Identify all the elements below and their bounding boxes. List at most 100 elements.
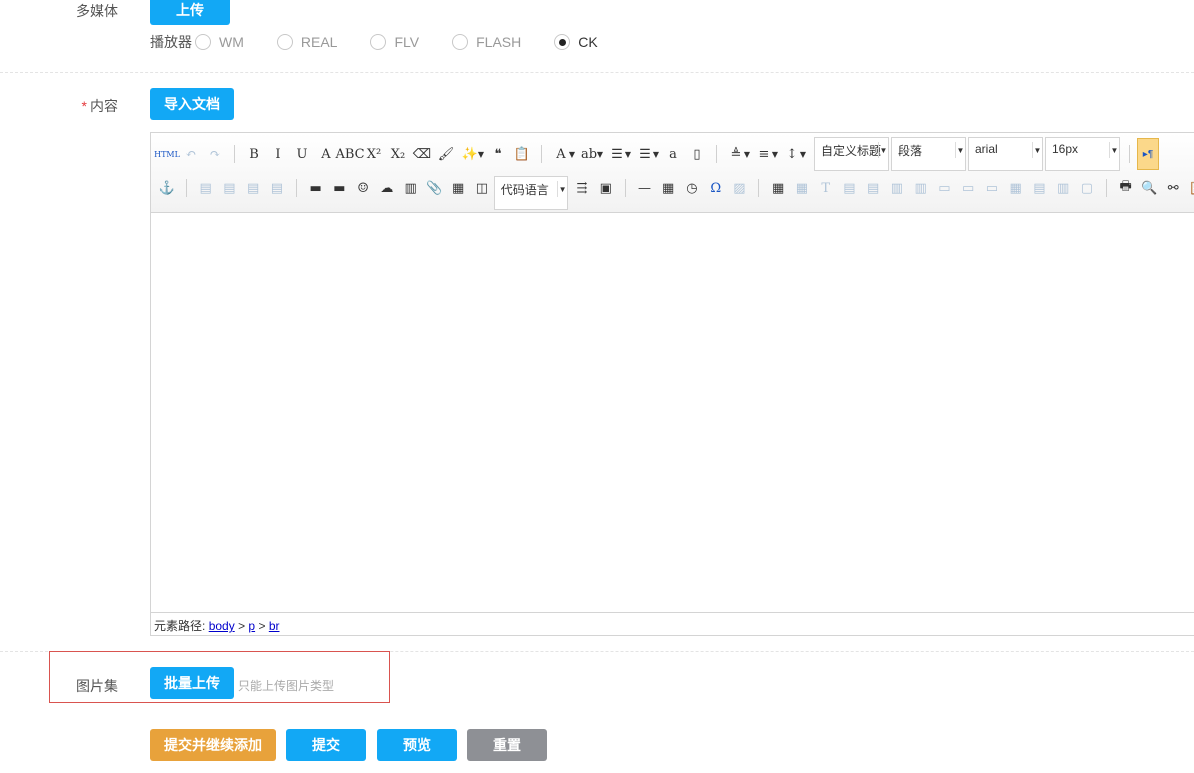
dropdown-arrow-icon[interactable]: ▼ [595, 144, 605, 164]
radio-label: FLV [394, 34, 420, 50]
player-radio-ck[interactable]: CK [551, 34, 598, 50]
table-caption-icon[interactable]: T [814, 178, 838, 198]
dropdown-arrow-icon[interactable]: ▼ [798, 144, 808, 164]
path-sep: > [258, 619, 266, 633]
attachment-icon[interactable]: 📎 [422, 178, 446, 198]
align-center-icon[interactable]: ▤ [241, 178, 265, 198]
delete-row-icon[interactable]: ▤ [861, 178, 885, 198]
video-icon[interactable]: ▥ [399, 178, 423, 198]
split-cells-icon[interactable]: ▦ [1004, 178, 1028, 198]
emotion-icon[interactable]: ☺ [351, 178, 375, 198]
superscript-icon[interactable]: X² [362, 144, 386, 164]
bold-icon[interactable]: B [242, 144, 266, 164]
content-label-text: 内容 [90, 98, 118, 114]
eraser-icon[interactable]: ⌫ [410, 144, 434, 164]
pagebreak-icon[interactable]: ⇶ [570, 178, 594, 198]
text-direction-ltr-icon[interactable]: ▸¶ [1137, 138, 1159, 170]
dropdown-arrow-icon[interactable]: ▼ [651, 144, 661, 164]
dropdown-arrow-icon[interactable]: ▼ [567, 144, 577, 164]
paste-icon[interactable]: 📋 [1185, 178, 1194, 198]
html-icon[interactable]: HTML [154, 144, 180, 164]
player-radio-wm[interactable]: WM [192, 34, 244, 50]
align-right-icon[interactable]: ▤ [217, 178, 241, 198]
dropdown-arrow-icon[interactable]: ▼ [623, 144, 633, 164]
iframe-icon[interactable]: ◫ [470, 178, 494, 198]
merge-right-icon[interactable]: ▭ [956, 178, 980, 198]
paragraph-select[interactable]: 段落 ▼ [891, 137, 966, 171]
horizontal-rule-icon[interactable]: — [633, 178, 657, 198]
path-sep: > [238, 619, 246, 633]
radio-circle[interactable] [276, 34, 293, 50]
radio-label: FLASH [476, 34, 522, 50]
path-body-link[interactable]: body [209, 619, 235, 633]
date-icon[interactable]: ▦ [656, 178, 680, 198]
radio-circle[interactable] [370, 34, 387, 50]
merge-cells-icon[interactable]: ▭ [933, 178, 957, 198]
dropdown-arrow-icon[interactable]: ▼ [742, 144, 752, 164]
player-radio-flv[interactable]: FLV [367, 34, 419, 50]
player-radio-flash[interactable]: FLASH [449, 34, 521, 50]
toolbar-separator [185, 179, 187, 197]
player-radio-group: 播放器 WM REAL FLV FLASH CK [150, 32, 628, 52]
undo-icon[interactable]: ↶ [179, 144, 203, 164]
dropdown-arrow-icon[interactable]: ▼ [476, 144, 486, 164]
path-p-link[interactable]: p [248, 619, 255, 633]
align-left-icon[interactable]: ▤ [194, 178, 218, 198]
merge-down-icon[interactable]: ▭ [980, 178, 1004, 198]
preview-icon[interactable]: 🔍 [1138, 178, 1162, 198]
select-value: 16px [1052, 142, 1079, 156]
multimedia-upload-button[interactable]: 上传 [150, 0, 230, 25]
radio-circle[interactable] [195, 34, 211, 50]
anchor-icon[interactable]: ⚓ [155, 178, 179, 198]
italic-icon[interactable]: I [266, 144, 290, 164]
radio-circle[interactable] [554, 34, 571, 50]
split-rows-icon[interactable]: ▤ [1028, 178, 1052, 198]
word-image-icon[interactable]: ▨ [728, 178, 752, 198]
map-icon[interactable]: ▦ [446, 178, 470, 198]
font-size-select[interactable]: 16px ▼ [1045, 137, 1120, 171]
format-brush-icon[interactable]: 🖌 [434, 144, 458, 164]
clear-doc-icon[interactable]: ▯ [685, 144, 709, 164]
paste-text-icon[interactable]: 📋 [510, 144, 534, 164]
toolbar-separator [716, 145, 717, 163]
editor-body[interactable] [151, 213, 1194, 613]
insert-row-icon[interactable]: ▤ [838, 178, 862, 198]
subscript-icon[interactable]: X₂ [386, 144, 410, 164]
special-char-icon[interactable]: Ω [704, 178, 728, 198]
delete-table-icon[interactable]: ▦ [790, 178, 814, 198]
preview-button[interactable]: 预览 [377, 729, 457, 761]
multimedia-label: 多媒体 [76, 3, 118, 19]
path-br-link[interactable]: br [269, 619, 280, 633]
content-label: * 内容 [0, 96, 118, 116]
time-icon[interactable]: ◷ [680, 178, 704, 198]
radio-circle[interactable] [452, 34, 469, 50]
align-justify-icon[interactable]: ▤ [265, 178, 289, 198]
submit-button[interactable]: 提交 [286, 729, 366, 761]
code-language-select[interactable]: 代码语言 ▼ [493, 176, 569, 210]
toolbar-separator [1105, 179, 1107, 197]
multi-image-icon[interactable]: ▬ [327, 178, 351, 198]
font-family-select[interactable]: arial ▼ [968, 137, 1043, 171]
print-icon[interactable]: 🖶 [1114, 178, 1138, 198]
insert-col-icon[interactable]: ▥ [885, 178, 909, 198]
dropdown-arrow-icon[interactable]: ▼ [770, 144, 780, 164]
insert-table-icon[interactable]: ▦ [766, 178, 790, 198]
underline-icon[interactable]: U [290, 144, 314, 164]
player-radio-real[interactable]: REAL [274, 34, 337, 50]
submit-continue-button[interactable]: 提交并继续添加 [150, 729, 276, 761]
image-icon[interactable]: ▬ [304, 178, 328, 198]
import-doc-button[interactable]: 导入文档 [150, 88, 234, 120]
batch-upload-button[interactable]: 批量上传 [150, 667, 234, 699]
redo-icon[interactable]: ↷ [203, 144, 227, 164]
blockquote-icon[interactable]: ❝ [486, 144, 510, 164]
scrawl-icon[interactable]: ☁ [375, 178, 399, 198]
strikethrough-icon[interactable]: ABC [335, 144, 364, 164]
select-all-icon[interactable]: a [661, 144, 685, 164]
reset-button[interactable]: 重置 [467, 729, 547, 761]
table-bg-icon[interactable]: ▢ [1075, 178, 1099, 198]
search-replace-icon[interactable]: ⚯ [1161, 178, 1185, 198]
template-icon[interactable]: ▣ [594, 178, 618, 198]
custom-heading-select[interactable]: 自定义标题 ▼ [814, 137, 889, 171]
delete-col-icon[interactable]: ▥ [909, 178, 933, 198]
split-cols-icon[interactable]: ▥ [1051, 178, 1075, 198]
